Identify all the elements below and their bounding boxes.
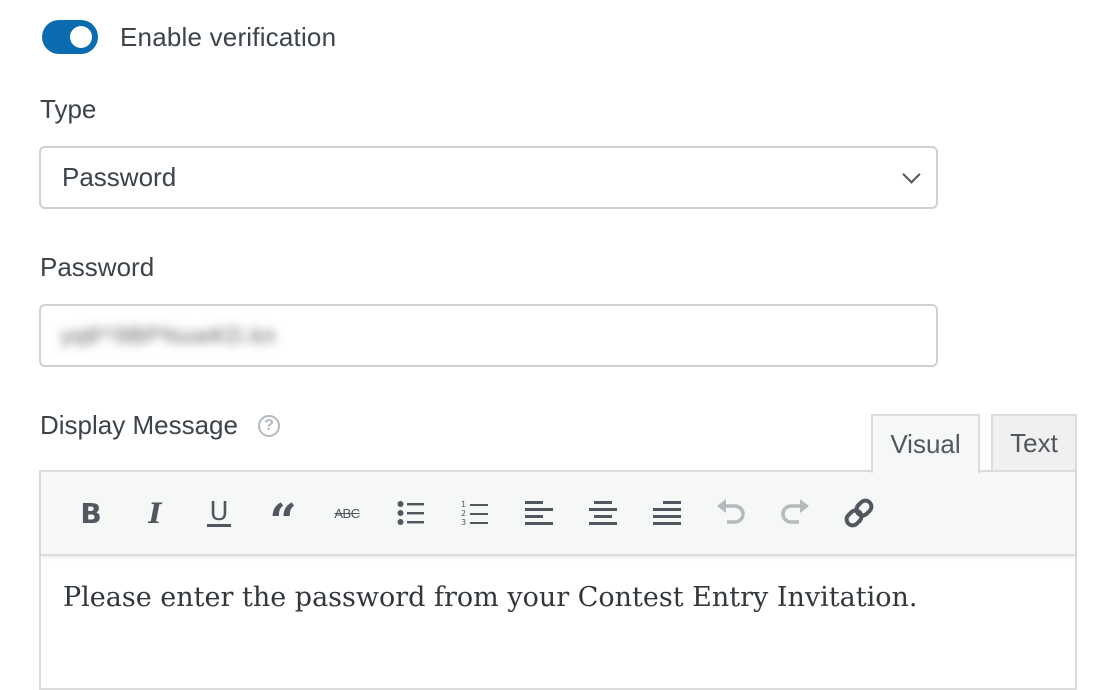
underline-icon: U (207, 496, 231, 527)
editor-content[interactable]: Please enter the password from your Cont… (41, 556, 1075, 639)
redo-button[interactable] (763, 488, 827, 538)
align-center-button[interactable] (571, 488, 635, 538)
align-left-icon (525, 501, 553, 525)
svg-text:2: 2 (461, 509, 466, 518)
numbered-list-button[interactable]: 1 2 3 (443, 488, 507, 538)
blockquote-icon: “ (269, 494, 297, 550)
enable-verification-label: Enable verification (120, 21, 337, 52)
bulleted-list-button[interactable] (379, 488, 443, 538)
align-right-button[interactable] (635, 488, 699, 538)
link-icon (844, 498, 874, 528)
tab-text[interactable]: Text (991, 414, 1077, 471)
blockquote-button[interactable]: “ (251, 488, 315, 550)
align-right-icon (653, 501, 681, 525)
password-value-blurred: yq8*!9BP%uwKD.kn (61, 322, 277, 348)
chevron-down-icon (902, 165, 921, 184)
tab-visual[interactable]: Visual (871, 414, 980, 473)
undo-button[interactable] (699, 488, 763, 538)
type-label: Type (40, 94, 97, 124)
link-button[interactable] (827, 488, 891, 538)
align-left-button[interactable] (507, 488, 571, 538)
numbered-list-icon: 1 2 3 (461, 500, 488, 527)
align-center-icon (589, 501, 617, 525)
type-select-value: Password (62, 162, 177, 192)
italic-icon: I (148, 496, 162, 530)
password-input[interactable]: yq8*!9BP%uwKD.kn (39, 304, 938, 367)
bulleted-list-icon (397, 501, 424, 525)
svg-text:1: 1 (461, 500, 466, 509)
underline-button[interactable]: U (187, 488, 251, 538)
toggle-knob (70, 26, 92, 48)
display-message-label: Display Message (40, 410, 238, 440)
help-icon[interactable]: ? (257, 414, 280, 437)
strikethrough-button[interactable]: ABC (315, 488, 379, 538)
bold-button[interactable]: B (59, 488, 123, 538)
strikethrough-icon: ABC (334, 505, 360, 521)
editor-toolbar: B I U “ ABC 1 2 3 (41, 472, 1075, 556)
italic-button[interactable]: I (123, 488, 187, 538)
type-select[interactable]: Password (39, 146, 938, 209)
message-editor: B I U “ ABC 1 2 3 Please enter the passw… (39, 470, 1077, 690)
enable-verification-row: Enable verification (42, 20, 336, 54)
display-message-label-row: Display Message ? (40, 410, 280, 441)
bold-icon: B (80, 496, 102, 530)
enable-verification-toggle[interactable] (42, 20, 98, 54)
svg-text:3: 3 (461, 518, 466, 527)
undo-icon (717, 499, 745, 524)
redo-icon (781, 499, 809, 524)
password-label: Password (40, 252, 155, 282)
